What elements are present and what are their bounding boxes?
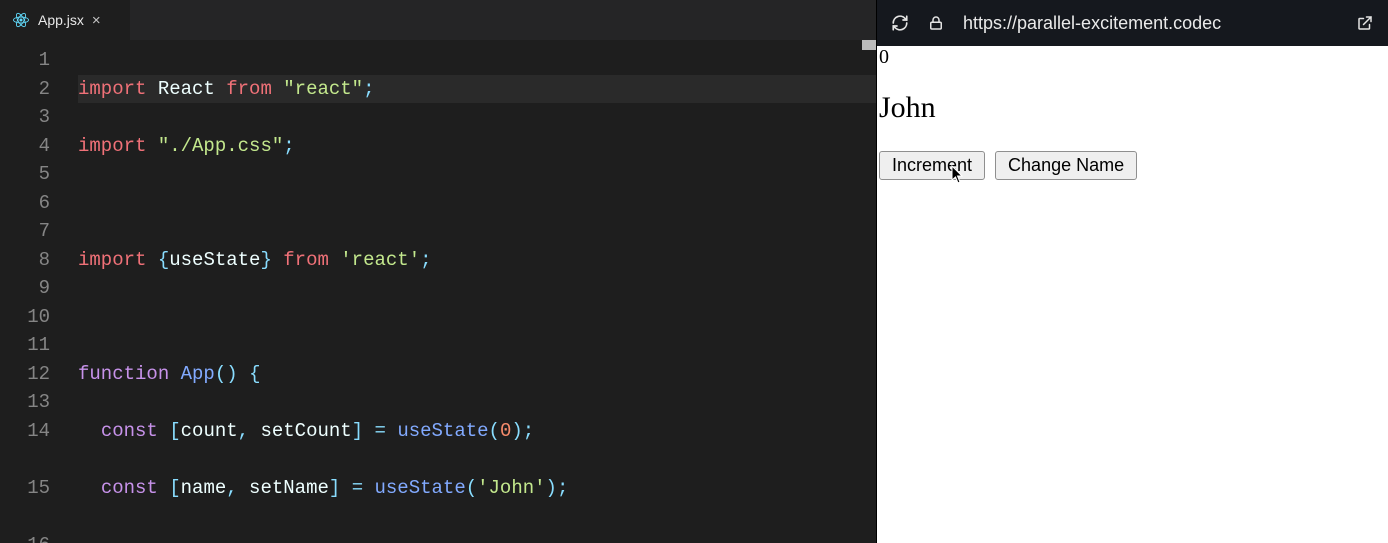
name-value: John	[879, 91, 1386, 125]
react-icon	[12, 11, 30, 29]
editor-body[interactable]: 123 456 789 101112 1314 1516 import Reac…	[0, 40, 876, 543]
increment-button[interactable]: Increment	[879, 151, 985, 180]
preview-url[interactable]: https://parallel-excitement.codec	[963, 13, 1338, 34]
tab-filename: App.jsx	[38, 12, 84, 28]
refresh-icon[interactable]	[891, 14, 909, 32]
code-area[interactable]: import React from "react"; import "./App…	[78, 40, 876, 543]
external-link-icon[interactable]	[1356, 14, 1374, 32]
lock-icon	[927, 14, 945, 32]
preview-pane: https://parallel-excitement.codec 0 John…	[876, 0, 1388, 543]
tab-bar: App.jsx ×	[0, 0, 876, 40]
preview-buttons: Increment Change Name	[879, 151, 1386, 180]
tab-appjsx[interactable]: App.jsx ×	[0, 0, 130, 40]
close-icon[interactable]: ×	[92, 13, 101, 28]
preview-toolbar: https://parallel-excitement.codec	[877, 0, 1388, 46]
line-gutter: 123 456 789 101112 1314 1516	[0, 40, 78, 543]
editor-pane: App.jsx × 123 456 789 101112 1314 1516 i…	[0, 0, 876, 543]
count-value: 0	[879, 46, 1386, 69]
change-name-button[interactable]: Change Name	[995, 151, 1137, 180]
preview-content: 0 John Increment Change Name	[877, 46, 1388, 543]
